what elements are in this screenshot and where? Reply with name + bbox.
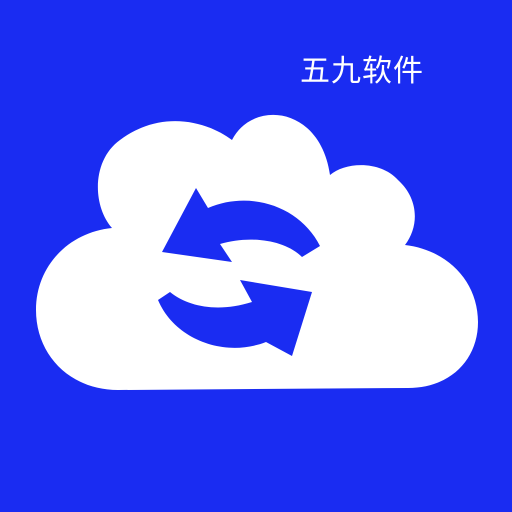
app-icon: 五九软件	[0, 0, 512, 512]
cloud-sync-icon	[36, 114, 478, 391]
cloud-shape	[36, 114, 478, 391]
